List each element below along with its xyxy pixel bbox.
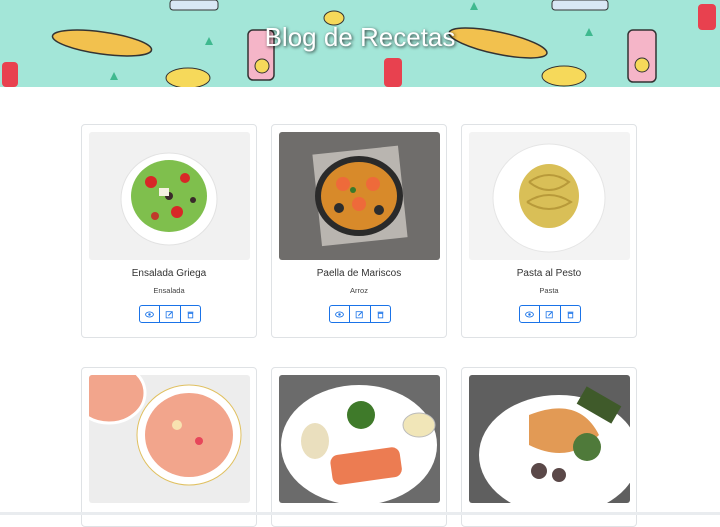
edit-button[interactable] — [350, 306, 371, 322]
recipe-card: Ensalada Griega Ensalada — [81, 124, 257, 338]
edit-icon — [546, 310, 554, 318]
header-banner: Blog de Recetas — [0, 0, 720, 87]
page-title: Blog de Recetas — [264, 22, 456, 52]
view-button[interactable] — [140, 306, 161, 322]
edit-button[interactable] — [160, 306, 181, 322]
recipe-card: Paella de Mariscos Arroz — [271, 124, 447, 338]
recipe-image[interactable] — [89, 375, 250, 503]
recipe-category: Ensalada — [153, 286, 185, 295]
trash-icon — [377, 311, 384, 318]
view-button[interactable] — [520, 306, 541, 322]
recipe-image[interactable] — [279, 375, 440, 503]
recipe-image[interactable] — [89, 132, 250, 260]
recipe-title: Pasta al Pesto — [516, 268, 582, 279]
recipe-card — [461, 367, 637, 527]
recipe-image[interactable] — [279, 132, 440, 260]
edit-button[interactable] — [540, 306, 561, 322]
action-group — [519, 305, 581, 323]
edit-icon — [166, 310, 174, 318]
recipe-title: Ensalada Griega — [131, 268, 207, 279]
recipe-card: Pasta al Pesto Pasta — [461, 124, 637, 338]
trash-icon — [187, 311, 194, 318]
delete-button[interactable] — [371, 306, 390, 322]
trash-icon — [567, 311, 574, 318]
action-group — [139, 305, 201, 323]
delete-button[interactable] — [181, 306, 200, 322]
edit-icon — [356, 310, 364, 318]
recipe-category: Arroz — [350, 286, 368, 295]
recipe-image[interactable] — [469, 132, 630, 260]
recipe-image[interactable] — [469, 375, 630, 503]
eye-icon — [525, 311, 535, 317]
recipe-title: Paella de Mariscos — [316, 268, 402, 279]
cup-icon — [169, 0, 609, 11]
view-button[interactable] — [330, 306, 351, 322]
eye-icon — [145, 311, 155, 317]
recipe-category: Pasta — [539, 286, 559, 295]
action-group — [329, 305, 391, 323]
delete-button[interactable] — [561, 306, 580, 322]
recipe-card — [81, 367, 257, 527]
recipe-card — [271, 367, 447, 527]
eye-icon — [335, 311, 345, 317]
